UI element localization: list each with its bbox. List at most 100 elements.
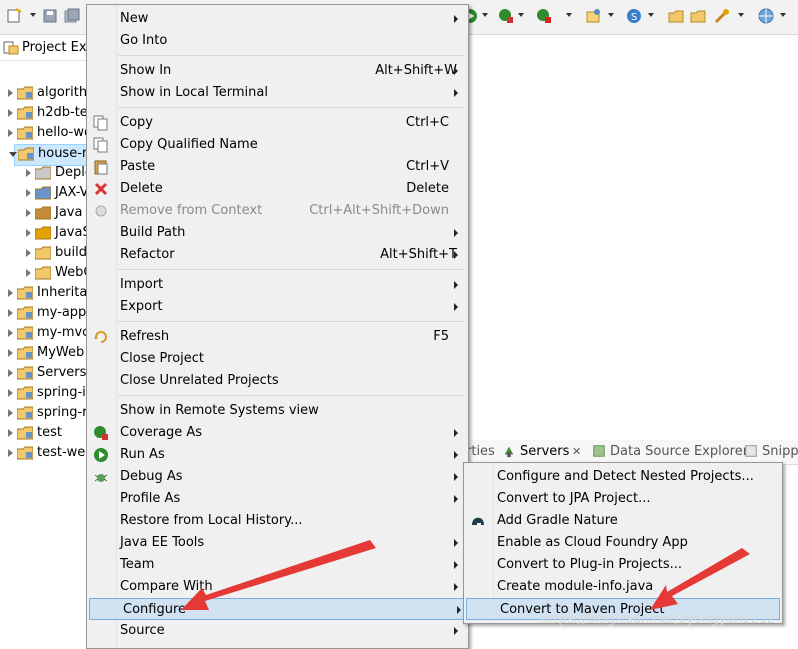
collapsed-chevron-icon[interactable]	[8, 389, 13, 397]
project-explorer-tab[interactable]: Project Exp	[0, 36, 95, 61]
save-icon[interactable]	[42, 8, 58, 24]
collapsed-chevron-icon[interactable]	[8, 329, 13, 337]
menu-item-source[interactable]: Source	[87, 620, 468, 642]
tree-item[interactable]: Inherita	[0, 284, 90, 304]
new-wizard-icon[interactable]	[6, 8, 22, 24]
open-folder-icon[interactable]	[690, 8, 706, 24]
tree-item[interactable]: Deplo	[0, 164, 93, 184]
collapsed-chevron-icon[interactable]	[26, 269, 31, 277]
menu-item-paste[interactable]: Paste Ctrl+V	[87, 156, 468, 178]
collapsed-chevron-icon[interactable]	[8, 129, 13, 137]
menu-item-show-in[interactable]: Show In Alt+Shift+W	[87, 60, 468, 82]
new-project-dropdown-icon[interactable]	[608, 13, 614, 17]
collapsed-chevron-icon[interactable]	[8, 429, 13, 437]
submenu-item-convert-to-plug-in-projects[interactable]: Convert to Plug-in Projects...	[464, 554, 782, 576]
tree-item[interactable]: JavaS	[0, 224, 91, 244]
menu-item-close-unrelated-projects[interactable]: Close Unrelated Projects	[87, 370, 468, 392]
collapsed-chevron-icon[interactable]	[8, 449, 13, 457]
tree-item[interactable]: my-mvc	[0, 324, 90, 344]
tree-item[interactable]: Java	[0, 204, 90, 224]
tree-item[interactable]: MyWeb	[0, 344, 90, 364]
collapsed-chevron-icon[interactable]	[26, 249, 31, 257]
new-java-project-icon[interactable]	[586, 8, 602, 24]
collapsed-chevron-icon[interactable]	[8, 309, 13, 317]
collapsed-chevron-icon[interactable]	[26, 209, 31, 217]
collapsed-chevron-icon[interactable]	[8, 409, 13, 417]
collapsed-chevron-icon[interactable]	[26, 229, 31, 237]
external-tools-icon[interactable]	[536, 8, 552, 24]
open-type-icon[interactable]	[668, 8, 684, 24]
submenu-item-enable-as-cloud-foundry-app[interactable]: Enable as Cloud Foundry App	[464, 532, 782, 554]
tree-item[interactable]: build	[0, 244, 90, 264]
submenu-arrow-icon	[457, 606, 461, 614]
tree-item[interactable]: JAX-V	[0, 184, 90, 204]
properties-tab[interactable]: rties	[466, 444, 495, 459]
run-icon	[94, 448, 108, 462]
tree-item[interactable]: WebC	[0, 264, 92, 284]
menu-item-build-path[interactable]: Build Path	[87, 222, 468, 244]
menu-item-refactor[interactable]: Refactor Alt+Shift+T	[87, 244, 468, 266]
run-server-icon[interactable]	[498, 8, 514, 24]
run-server-dropdown-icon[interactable]	[518, 13, 524, 17]
menu-item-go-into[interactable]: Go Into	[87, 30, 468, 52]
menu-item-label: Copy	[120, 115, 153, 130]
tree-item[interactable]: spring-i	[0, 384, 90, 404]
snippets-tab[interactable]: Snipp	[762, 444, 798, 459]
new-dropdown-icon[interactable]	[30, 13, 36, 17]
menu-item-restore-from-local-history[interactable]: Restore from Local History...	[87, 510, 468, 532]
submenu-item-convert-to-jpa-project[interactable]: Convert to JPA Project...	[464, 488, 782, 510]
project-folder-icon	[17, 446, 33, 460]
menu-item-java-ee-tools[interactable]: Java EE Tools	[87, 532, 468, 554]
delete-icon	[94, 182, 108, 196]
collapsed-chevron-icon[interactable]	[8, 89, 13, 97]
menu-item-show-in-local-terminal[interactable]: Show in Local Terminal	[87, 82, 468, 104]
tree-item[interactable]: house-r	[9, 144, 92, 166]
submenu-item-create-module-info-java[interactable]: Create module-info.java	[464, 576, 782, 598]
run-dropdown-icon[interactable]	[482, 13, 488, 17]
menu-item-coverage-as[interactable]: Coverage As	[87, 422, 468, 444]
search-dropdown-icon[interactable]	[738, 13, 744, 17]
tree-item[interactable]: my-app	[0, 304, 90, 324]
menu-item-new[interactable]: New	[87, 8, 468, 30]
tree-item[interactable]: hello-wo	[0, 124, 92, 144]
menu-item-copy-qualified-name[interactable]: Copy Qualified Name	[87, 134, 468, 156]
menu-item-show-in-remote-systems-view[interactable]: Show in Remote Systems view	[87, 400, 468, 422]
new-class-icon[interactable]: S	[626, 8, 642, 24]
search-tool-icon[interactable]	[714, 8, 730, 24]
menu-item-delete[interactable]: Delete Delete	[87, 178, 468, 200]
menu-item-team[interactable]: Team	[87, 554, 468, 576]
collapsed-chevron-icon[interactable]	[8, 369, 13, 377]
tree-item[interactable]: test	[0, 424, 90, 444]
submenu-item-configure-and-detect-nested-projects[interactable]: Configure and Detect Nested Projects...	[464, 466, 782, 488]
collapsed-chevron-icon[interactable]	[8, 289, 13, 297]
menu-item-refresh[interactable]: Refresh F5	[87, 326, 468, 348]
collapsed-chevron-icon[interactable]	[8, 349, 13, 357]
menu-item-close-project[interactable]: Close Project	[87, 348, 468, 370]
menu-item-debug-as[interactable]: Debug As	[87, 466, 468, 488]
new-class-dropdown-icon[interactable]	[648, 13, 654, 17]
menu-item-copy[interactable]: Copy Ctrl+C	[87, 112, 468, 134]
tree-item[interactable]: test-wel	[0, 444, 90, 464]
menu-item-export[interactable]: Export	[87, 296, 468, 318]
tree-item[interactable]: spring-r	[0, 404, 90, 424]
globe-icon[interactable]	[758, 8, 774, 24]
servers-tab[interactable]: Servers	[520, 444, 569, 459]
save-all-icon[interactable]	[64, 8, 80, 24]
menu-item-profile-as[interactable]: Profile As	[87, 488, 468, 510]
submenu-item-add-gradle-nature[interactable]: Add Gradle Nature	[464, 510, 782, 532]
tree-item[interactable]: Servers	[0, 364, 90, 384]
collapsed-chevron-icon[interactable]	[8, 109, 13, 117]
tree-item[interactable]: h2db-te	[0, 104, 90, 124]
menu-item-configure[interactable]: Configure	[89, 598, 466, 620]
data-source-explorer-tab[interactable]: Data Source Explorer	[610, 444, 748, 459]
collapsed-chevron-icon[interactable]	[26, 189, 31, 197]
external-tools-dropdown-icon[interactable]	[566, 13, 572, 17]
expanded-chevron-icon[interactable]	[9, 152, 17, 157]
menu-item-compare-with[interactable]: Compare With	[87, 576, 468, 598]
browser-dropdown-icon[interactable]	[780, 13, 786, 17]
servers-close-icon[interactable]: ✕	[572, 445, 581, 458]
tree-item[interactable]: algorith	[0, 84, 90, 104]
collapsed-chevron-icon[interactable]	[26, 169, 31, 177]
menu-item-run-as[interactable]: Run As	[87, 444, 468, 466]
menu-item-import[interactable]: Import	[87, 274, 468, 296]
